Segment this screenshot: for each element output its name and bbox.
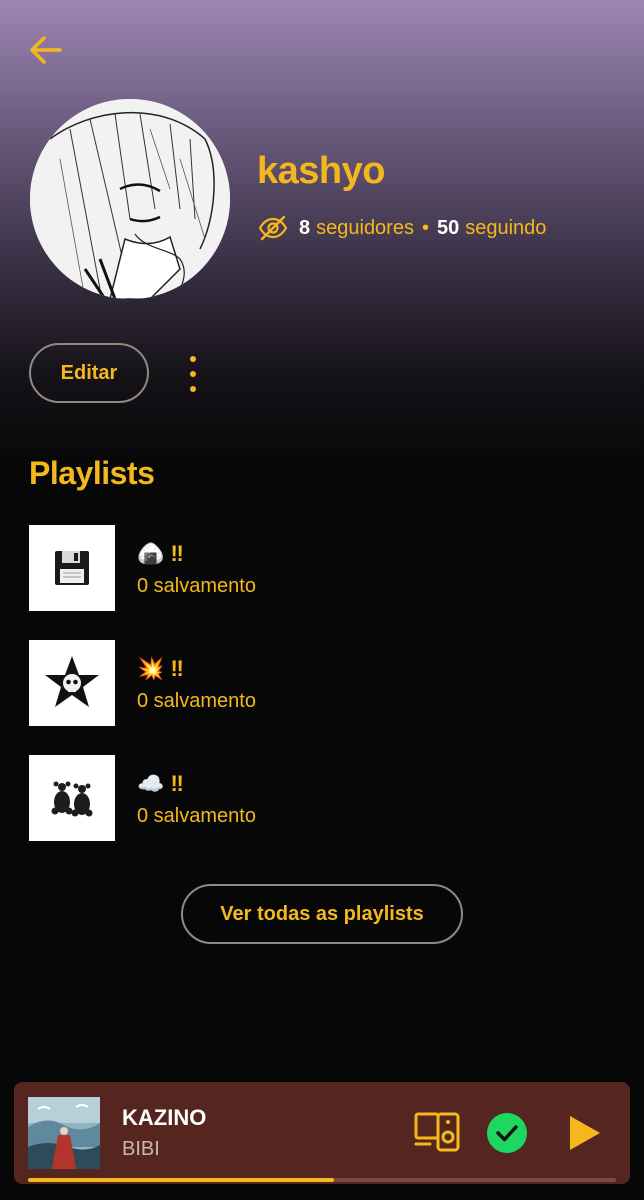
floppy-disk-icon xyxy=(55,551,89,585)
now-playing-title[interactable]: KAZINO xyxy=(122,1105,206,1131)
followers-count[interactable]: 8 xyxy=(299,217,310,240)
playlist-thumbnail xyxy=(29,640,115,726)
now-playing-artist[interactable]: BIBI xyxy=(122,1138,160,1161)
stats-separator: • xyxy=(421,216,429,239)
following-count[interactable]: 50 xyxy=(437,217,459,240)
following-label[interactable]: seguindo xyxy=(465,217,546,240)
playback-progress-fill xyxy=(28,1178,334,1182)
playlist-item[interactable]: ☁️ ‼ 0 salvamento xyxy=(29,755,589,841)
skull-star-icon xyxy=(45,656,99,707)
back-button[interactable] xyxy=(26,30,66,70)
play-icon xyxy=(570,1116,600,1150)
edit-profile-button[interactable]: Editar xyxy=(29,343,149,403)
followers-label[interactable]: seguidores xyxy=(316,217,414,240)
playlist-saves: 0 salvamento xyxy=(137,804,256,827)
playlist-thumbnail xyxy=(29,525,115,611)
playlist-saves: 0 salvamento xyxy=(137,574,256,597)
more-vertical-icon xyxy=(190,356,196,392)
album-art[interactable] xyxy=(28,1097,100,1169)
playlist-saves: 0 salvamento xyxy=(137,689,256,712)
playlist-thumbnail xyxy=(29,755,115,841)
eye-off-icon xyxy=(258,215,288,241)
gummy-bears-icon xyxy=(51,781,93,817)
playlist-item[interactable]: 💥 ‼ 0 salvamento xyxy=(29,640,589,726)
play-button[interactable] xyxy=(564,1112,604,1154)
devices-icon xyxy=(414,1112,460,1152)
connect-device-button[interactable] xyxy=(414,1110,460,1154)
check-circle-icon xyxy=(487,1113,527,1153)
avatar[interactable] xyxy=(30,99,230,299)
playlists-section-title: Playlists xyxy=(29,455,155,491)
playlist-name: ☁️ ‼ xyxy=(137,770,184,796)
more-options-button[interactable] xyxy=(178,352,208,396)
playlist-name: 🍙 ‼ xyxy=(137,540,184,566)
playback-progress-bar[interactable] xyxy=(28,1178,616,1182)
profile-username: kashyo xyxy=(257,150,385,192)
follow-stats: 8 seguidores • 50 seguindo xyxy=(257,212,546,244)
now-playing-bar[interactable]: KAZINO BIBI xyxy=(14,1082,630,1184)
playlist-item[interactable]: 🍙 ‼ 0 salvamento xyxy=(29,525,589,611)
see-all-playlists-button[interactable]: Ver todas as playlists xyxy=(181,884,463,944)
playlist-name: 💥 ‼ xyxy=(137,655,184,681)
arrow-left-icon xyxy=(30,36,62,64)
saved-to-library-button[interactable] xyxy=(486,1112,528,1154)
